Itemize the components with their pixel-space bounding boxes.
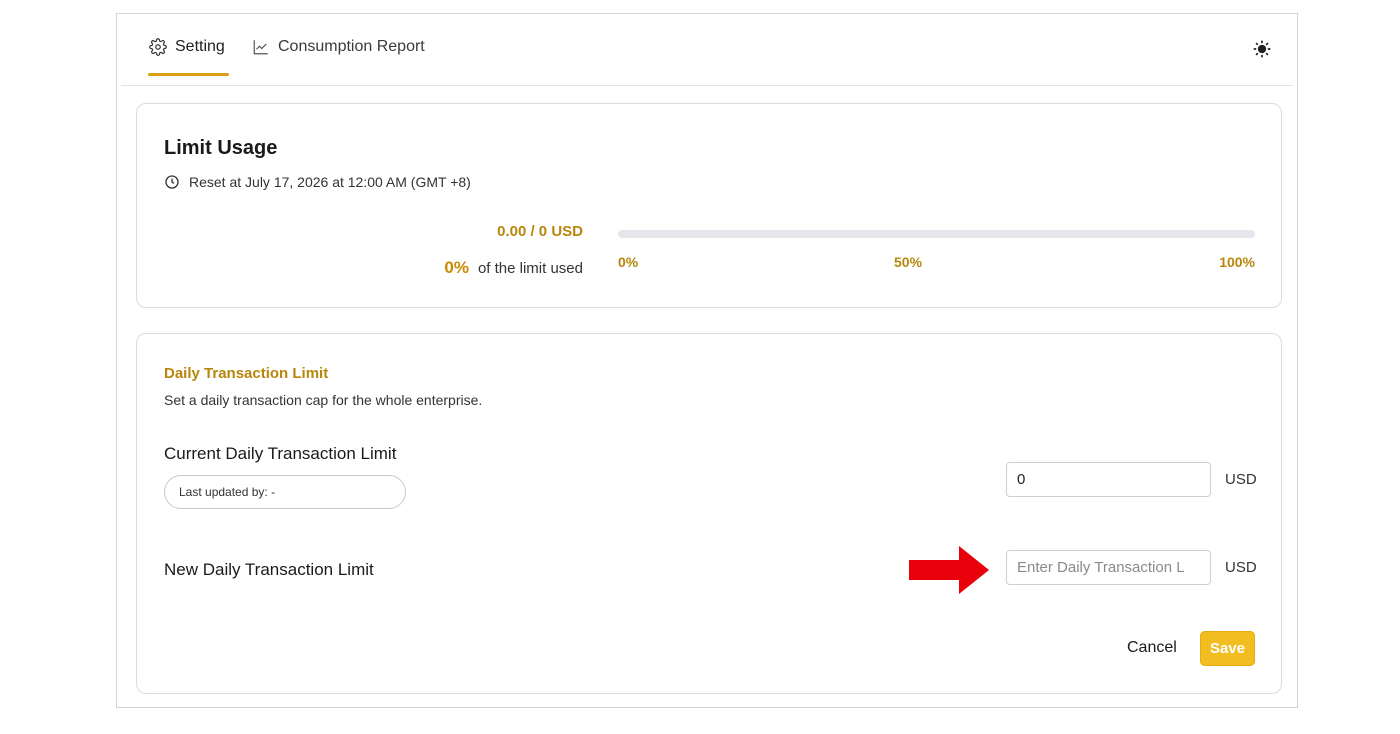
new-limit-label: New Daily Transaction Limit: [164, 560, 374, 579]
daily-limit-description: Set a daily transaction cap for the whol…: [164, 392, 483, 408]
reset-text: Reset at July 17, 2026 at 12:00 AM (GMT …: [189, 174, 471, 190]
cancel-button[interactable]: Cancel: [1127, 639, 1177, 657]
new-limit-currency: USD: [1225, 559, 1257, 576]
tab-bar: Setting Consumption Report: [117, 14, 1297, 86]
tab-consumption-report[interactable]: Consumption Report: [252, 38, 425, 56]
tab-consumption-report-label: Consumption Report: [278, 38, 425, 55]
sun-icon: [1252, 39, 1272, 64]
current-limit-label: Current Daily Transaction Limit: [164, 444, 397, 463]
active-tab-indicator: [148, 73, 229, 76]
daily-transaction-limit-card: Daily Transaction Limit Set a daily tran…: [136, 333, 1282, 694]
clock-icon: [164, 174, 180, 190]
usage-percent-suffix: of the limit used: [477, 260, 583, 277]
tab-setting-label: Setting: [175, 38, 225, 55]
usage-percent: 0%: [444, 258, 469, 277]
progress-tick-100: 100%: [1219, 254, 1255, 270]
limit-usage-title: Limit Usage: [164, 137, 278, 159]
usage-percent-row: 0% of the limit used: [444, 258, 583, 278]
reset-info: Reset at July 17, 2026 at 12:00 AM (GMT …: [164, 174, 471, 190]
daily-limit-title: Daily Transaction Limit: [164, 365, 329, 382]
save-button[interactable]: Save: [1200, 631, 1255, 666]
tab-divider: [121, 85, 1293, 86]
usage-amount: 0.00 / 0 USD: [497, 223, 583, 240]
gear-icon: [149, 38, 167, 56]
current-limit-input[interactable]: [1006, 462, 1211, 497]
new-limit-input[interactable]: [1006, 550, 1211, 585]
tab-setting[interactable]: Setting: [149, 38, 225, 56]
theme-toggle-button[interactable]: [1251, 40, 1273, 62]
progress-tick-50: 50%: [894, 254, 923, 270]
red-arrow-annotation-icon: [909, 546, 989, 594]
settings-panel: Setting Consumption Report Limit Usage R…: [116, 13, 1298, 708]
last-updated-badge: Last updated by: -: [164, 475, 406, 509]
progress-tick-0: 0%: [618, 254, 639, 270]
limit-usage-card: Limit Usage Reset at July 17, 2026 at 12…: [136, 103, 1282, 308]
line-chart-icon: [252, 38, 270, 56]
usage-progress-bar: [618, 230, 1255, 238]
current-limit-currency: USD: [1225, 471, 1257, 488]
